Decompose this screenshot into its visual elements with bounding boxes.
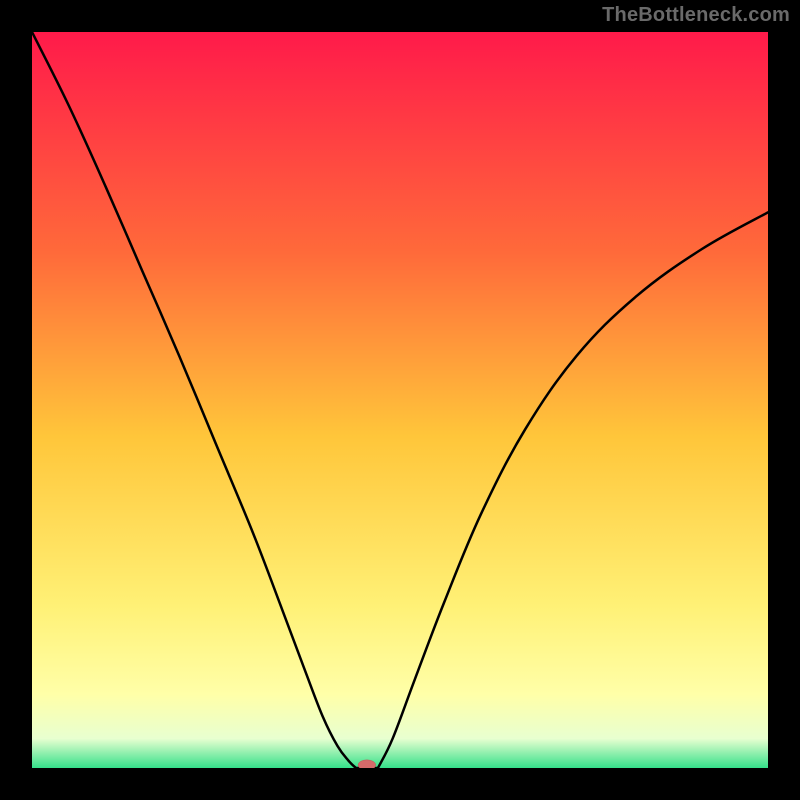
plot-area bbox=[32, 32, 768, 768]
gradient-background bbox=[32, 32, 768, 768]
chart-svg bbox=[32, 32, 768, 768]
watermark-text: TheBottleneck.com bbox=[602, 4, 790, 27]
bottleneck-marker bbox=[358, 760, 376, 768]
chart-frame: TheBottleneck.com bbox=[0, 0, 800, 800]
